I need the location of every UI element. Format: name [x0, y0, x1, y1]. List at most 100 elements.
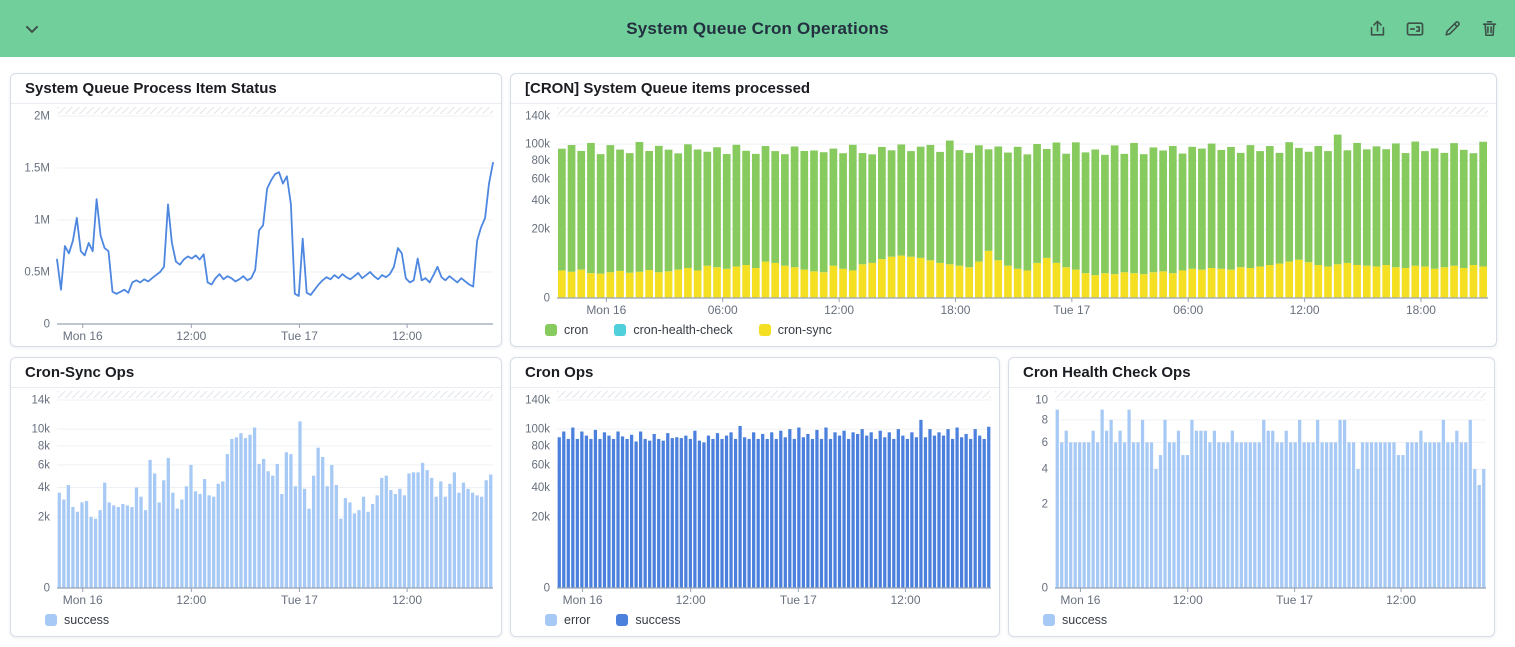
svg-text:10: 10 — [1035, 395, 1048, 407]
edit-button[interactable] — [1439, 15, 1466, 42]
svg-text:140k: 140k — [525, 111, 550, 123]
svg-text:8: 8 — [1042, 414, 1048, 426]
legend-item-cron-health-check[interactable]: cron-health-check — [614, 323, 732, 337]
panel-cron-ops: Cron Ops 020k40k60k80k100k140kMon 1612:0… — [510, 357, 1000, 637]
legend-item-success[interactable]: success — [616, 613, 680, 627]
legend-swatch — [616, 614, 628, 626]
svg-text:14k: 14k — [31, 395, 50, 407]
legend-item-error[interactable]: error — [545, 613, 590, 627]
svg-text:12:00: 12:00 — [890, 593, 920, 607]
svg-text:12:00: 12:00 — [1290, 303, 1320, 317]
export-button[interactable] — [1364, 15, 1391, 42]
cron-health-check-ops-chart[interactable]: 0246810Mon 1612:00Tue 1712:00 — [1009, 388, 1494, 610]
svg-text:40k: 40k — [531, 195, 550, 207]
chart-legend: success — [1009, 610, 1494, 636]
header-actions — [1364, 0, 1503, 57]
svg-text:2k: 2k — [38, 511, 50, 523]
chevron-down-icon — [22, 19, 42, 39]
panel-title: System Queue Process Item Status — [11, 74, 501, 104]
table-view-button[interactable] — [1401, 15, 1429, 43]
svg-text:Tue 17: Tue 17 — [1276, 593, 1313, 607]
svg-text:12:00: 12:00 — [176, 593, 206, 607]
chart-legend: error success — [511, 610, 999, 636]
panel-title: Cron Health Check Ops — [1009, 358, 1494, 388]
legend-swatch — [1043, 614, 1055, 626]
svg-text:Mon 16: Mon 16 — [63, 593, 103, 607]
delete-trash-icon — [1480, 19, 1499, 38]
svg-text:Mon 16: Mon 16 — [63, 329, 103, 343]
svg-text:Mon 16: Mon 16 — [1060, 593, 1100, 607]
legend-label: cron — [564, 323, 588, 337]
collapse-dashboard-button[interactable] — [14, 0, 50, 57]
table-icon — [1405, 19, 1425, 39]
svg-text:4k: 4k — [38, 482, 50, 494]
svg-text:0.5M: 0.5M — [24, 267, 50, 279]
svg-text:0: 0 — [544, 583, 550, 595]
svg-text:10k: 10k — [31, 424, 50, 436]
chart-legend: cron cron-health-check cron-sync — [511, 320, 1496, 346]
svg-text:1M: 1M — [34, 215, 50, 227]
cron-items-processed-chart[interactable]: 0 20k 40k 60k 80k 100k 140k Mon 16 06:00 12:00 18:… — [511, 104, 1496, 320]
dashboard-grid: System Queue Process Item Status 0 0.5M 1M… — [0, 57, 1515, 647]
svg-text:0: 0 — [544, 293, 550, 305]
svg-text:0: 0 — [44, 319, 50, 331]
delete-button[interactable] — [1476, 15, 1503, 42]
panel-cron-items-processed: [CRON] System Queue items processed 0 20k… — [510, 73, 1497, 347]
legend-swatch — [614, 324, 626, 336]
svg-text:100k: 100k — [525, 139, 550, 151]
process-item-status-chart[interactable]: 00.5M1M1.5M2MMon 1612:00Tue 1712:00 — [11, 104, 501, 346]
svg-text:60k: 60k — [531, 173, 550, 185]
panel-cron-health-check-ops: Cron Health Check Ops 0246810Mon 1612:00… — [1008, 357, 1495, 637]
cron-sync-ops-chart[interactable]: 02k4k6k8k10k14kMon 1612:00Tue 1712:00 — [11, 388, 501, 610]
legend-item-success[interactable]: success — [1043, 613, 1107, 627]
panel-process-item-status: System Queue Process Item Status 0 0.5M 1M… — [10, 73, 502, 347]
panel-title: [CRON] System Queue items processed — [511, 74, 1496, 104]
legend-item-cron[interactable]: cron — [545, 323, 588, 337]
svg-text:12:00: 12:00 — [392, 329, 422, 343]
chart-legend: success — [11, 610, 501, 636]
legend-swatch — [545, 614, 557, 626]
cron-ops-chart[interactable]: 020k40k60k80k100k140kMon 1612:00Tue 1712… — [511, 388, 999, 610]
svg-text:Tue 17: Tue 17 — [281, 593, 318, 607]
svg-text:140k: 140k — [525, 395, 550, 407]
svg-text:12:00: 12:00 — [392, 593, 422, 607]
svg-text:12:00: 12:00 — [1386, 593, 1416, 607]
svg-text:12:00: 12:00 — [676, 593, 706, 607]
panel-title: Cron Ops — [511, 358, 999, 388]
svg-text:80k: 80k — [531, 155, 550, 167]
legend-swatch — [45, 614, 57, 626]
svg-text:1.5M: 1.5M — [24, 163, 50, 175]
svg-text:18:00: 18:00 — [940, 303, 970, 317]
svg-text:20k: 20k — [531, 224, 550, 236]
legend-label: cron-sync — [778, 323, 832, 337]
edit-pencil-icon — [1443, 19, 1462, 38]
svg-text:2M: 2M — [34, 111, 50, 123]
svg-text:18:00: 18:00 — [1406, 303, 1436, 317]
legend-item-success[interactable]: success — [45, 613, 109, 627]
export-icon — [1368, 19, 1387, 38]
svg-text:Tue 17: Tue 17 — [1053, 303, 1090, 317]
svg-text:Tue 17: Tue 17 — [780, 593, 817, 607]
legend-label: success — [64, 613, 109, 627]
legend-label: error — [564, 613, 590, 627]
svg-text:6: 6 — [1042, 437, 1048, 449]
svg-text:100k: 100k — [525, 424, 550, 436]
svg-text:12:00: 12:00 — [1173, 593, 1203, 607]
svg-text:Mon 16: Mon 16 — [586, 303, 626, 317]
legend-item-cron-sync[interactable]: cron-sync — [759, 323, 832, 337]
legend-swatch — [545, 324, 557, 336]
svg-text:06:00: 06:00 — [708, 303, 738, 317]
dashboard-header: System Queue Cron Operations — [0, 0, 1515, 57]
svg-text:2: 2 — [1042, 498, 1048, 510]
svg-text:0: 0 — [1042, 583, 1048, 595]
svg-text:Mon 16: Mon 16 — [563, 593, 603, 607]
svg-text:80k: 80k — [531, 440, 550, 452]
svg-text:Tue 17: Tue 17 — [281, 329, 318, 343]
legend-label: cron-health-check — [633, 323, 732, 337]
dashboard-title: System Queue Cron Operations — [626, 19, 889, 39]
svg-text:6k: 6k — [38, 459, 50, 471]
svg-text:06:00: 06:00 — [1173, 303, 1203, 317]
svg-text:0: 0 — [44, 583, 50, 595]
legend-label: success — [635, 613, 680, 627]
panel-cron-sync-ops: Cron-Sync Ops 02k4k6k8k10k14kMon 1612:00… — [10, 357, 502, 637]
